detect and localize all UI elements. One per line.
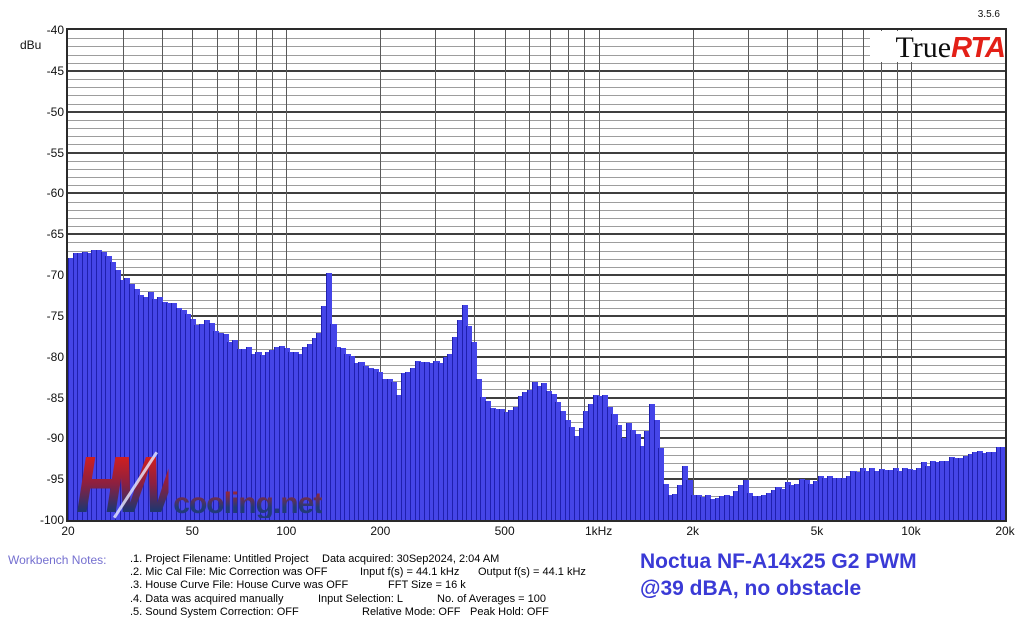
- workbench-note-segment: .2. Mic Cal File: Mic Correction was OFF: [130, 566, 327, 578]
- gridline-h-minor: [68, 308, 1005, 309]
- y-tick-label: -90: [24, 431, 64, 445]
- gridline-h-minor: [68, 46, 1005, 47]
- gridline-h-minor: [68, 104, 1005, 105]
- x-tick-label: 100: [276, 524, 296, 538]
- hwcooling-watermark: HW cooling.net: [76, 452, 322, 518]
- workbench-note-segment: Input f(s) = 44.1 kHz: [360, 566, 459, 578]
- y-tick-label: -95: [24, 472, 64, 486]
- gridline-h-major: [68, 233, 1005, 235]
- gridline-h-minor: [68, 95, 1005, 96]
- workbench-note-segment: Relative Mode: OFF: [362, 606, 460, 618]
- gridline-h-minor: [68, 291, 1005, 292]
- gridline-h-minor: [68, 79, 1005, 80]
- y-axis-unit-label: dBu: [20, 38, 41, 52]
- spectrum-plot: HW cooling.net: [68, 30, 1005, 520]
- workbench-note-segment: .5. Sound System Correction: OFF: [130, 606, 299, 618]
- gridline-h-major: [68, 70, 1005, 72]
- truerta-logo-rta-text: RTA: [951, 32, 1005, 65]
- workbench-note-segment: Data acquired: 30Sep2024, 2:04 AM: [322, 553, 499, 565]
- gridline-h-minor: [68, 185, 1005, 186]
- y-tick-label: -85: [24, 391, 64, 405]
- app-version-label: 3.5.6: [978, 9, 1000, 20]
- truerta-spectrum-screen: dBu 3.5.6 HW cooling.net -40 -45 -50 -55 -60…: [0, 0, 1024, 624]
- caption-line-2: @39 dBA, no obstacle: [640, 575, 917, 602]
- gridline-h-minor: [68, 87, 1005, 88]
- y-tick-label: -65: [24, 227, 64, 241]
- gridline-v: [863, 30, 864, 520]
- gridline-v: [897, 30, 898, 520]
- workbench-note-segment: .3. House Curve File: House Curve was OF…: [130, 579, 348, 591]
- gridline-v: [881, 30, 882, 520]
- gridline-h-minor: [68, 120, 1005, 121]
- gridline-h-minor: [68, 210, 1005, 211]
- gridline-h-major: [68, 315, 1005, 317]
- workbench-note-segment: .4. Data was acquired manually: [130, 593, 283, 605]
- y-tick-label: -55: [24, 146, 64, 160]
- gridline-v: [748, 30, 749, 520]
- truerta-logo: True RTA: [870, 31, 1005, 62]
- gridline-v: [693, 30, 694, 520]
- x-tick-label: 1kHz: [585, 524, 612, 538]
- caption-line-1: Noctua NF-A14x25 G2 PWM: [640, 548, 917, 575]
- spectrum-bar: [1000, 447, 1005, 520]
- measurement-caption: Noctua NF-A14x25 G2 PWM @39 dBA, no obst…: [640, 548, 917, 602]
- x-tick-label: 500: [495, 524, 515, 538]
- x-tick-label: 200: [370, 524, 390, 538]
- gridline-v: [842, 30, 843, 520]
- hwcooling-hw-logo: HW: [76, 452, 169, 518]
- gridline-h-minor: [68, 218, 1005, 219]
- gridline-h-minor: [68, 38, 1005, 39]
- y-tick-label: -50: [24, 105, 64, 119]
- y-tick-label: -75: [24, 309, 64, 323]
- gridline-h-minor: [68, 242, 1005, 243]
- y-tick-label: -80: [24, 350, 64, 364]
- y-tick-label: -100: [24, 513, 64, 527]
- x-tick-label: 20k: [995, 524, 1014, 538]
- gridline-h-major: [68, 192, 1005, 194]
- y-tick-label: -60: [24, 186, 64, 200]
- workbench-notes-heading: Workbench Notes:: [8, 553, 107, 567]
- gridline-v: [817, 30, 818, 520]
- workbench-note-segment: Peak Hold: OFF: [470, 606, 549, 618]
- gridline-v: [787, 30, 788, 520]
- x-tick-label: 20: [61, 524, 74, 538]
- gridline-h-major: [68, 152, 1005, 154]
- workbench-note-segment: Input Selection: L: [318, 593, 403, 605]
- gridline-h-minor: [68, 177, 1005, 178]
- gridline-h-minor: [68, 169, 1005, 170]
- truerta-logo-true-text: True: [895, 31, 951, 65]
- gridline-v: [911, 30, 912, 520]
- y-tick-label: -70: [24, 268, 64, 282]
- gridline-h-minor: [68, 300, 1005, 301]
- gridline-h-minor: [68, 202, 1005, 203]
- workbench-note-segment: No. of Averages = 100: [437, 593, 546, 605]
- workbench-note-segment: Output f(s) = 44.1 kHz: [478, 566, 586, 578]
- gridline-h-minor: [68, 251, 1005, 252]
- workbench-note-segment: .1. Project Filename: Untitled Project: [130, 553, 309, 565]
- gridline-h-minor: [68, 128, 1005, 129]
- gridline-h-major: [68, 111, 1005, 113]
- x-tick-label: 5k: [811, 524, 824, 538]
- gridline-h-minor: [68, 283, 1005, 284]
- gridline-h-minor: [68, 226, 1005, 227]
- hwcooling-domain-text: cooling.net: [173, 490, 322, 518]
- y-tick-label: -40: [24, 23, 64, 37]
- y-tick-label: -45: [24, 64, 64, 78]
- x-tick-label: 2k: [686, 524, 699, 538]
- gridline-h-minor: [68, 161, 1005, 162]
- gridline-h-minor: [68, 267, 1005, 268]
- gridline-h-minor: [68, 55, 1005, 56]
- x-tick-label: 50: [186, 524, 199, 538]
- gridline-h-minor: [68, 144, 1005, 145]
- x-tick-label: 10k: [901, 524, 920, 538]
- gridline-h-minor: [68, 259, 1005, 260]
- workbench-note-segment: FFT Size = 16 k: [388, 579, 466, 591]
- gridline-h-major: [68, 274, 1005, 276]
- gridline-h-minor: [68, 63, 1005, 64]
- gridline-h-minor: [68, 136, 1005, 137]
